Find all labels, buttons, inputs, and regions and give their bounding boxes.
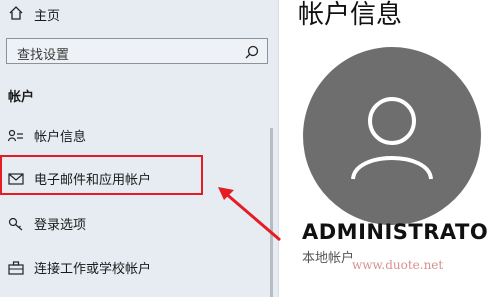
home-label: 主页	[34, 9, 61, 24]
sidebar-item-label: 帐户信息	[34, 130, 87, 145]
sidebar-item-account-info[interactable]: 帐户信息	[0, 120, 270, 150]
sidebar-item-work-school[interactable]: 连接工作或学校帐户	[0, 252, 270, 282]
home-icon	[8, 5, 24, 21]
key-icon	[8, 216, 24, 231]
search-icon[interactable]	[245, 44, 259, 59]
settings-sidebar: 主页 查找设置 帐户 帐户信息 电子邮件和应用帐户 登录选项 连接工作或学校帐户	[0, 0, 279, 297]
page-title: 帐户信息	[298, 0, 403, 30]
annotation-highlight-box	[0, 155, 203, 195]
user-silhouette-icon	[351, 97, 433, 180]
person-list-icon	[7, 128, 24, 142]
account-type: 本地帐户	[302, 251, 355, 266]
annotation-arrow	[218, 187, 281, 242]
briefcase-icon	[8, 260, 24, 275]
sidebar-item-label: 登录选项	[34, 218, 87, 233]
sidebar-item-label: 连接工作或学校帐户	[34, 262, 152, 277]
home-nav-item[interactable]: 主页	[0, 2, 270, 24]
avatar[interactable]	[303, 47, 481, 225]
account-username: ADMINISTRATOR	[302, 220, 488, 244]
settings-search-input[interactable]: 查找设置	[6, 38, 268, 64]
search-placeholder: 查找设置	[17, 48, 70, 63]
section-title-accounts: 帐户	[8, 90, 35, 105]
watermark: www.duote.net	[352, 258, 444, 272]
